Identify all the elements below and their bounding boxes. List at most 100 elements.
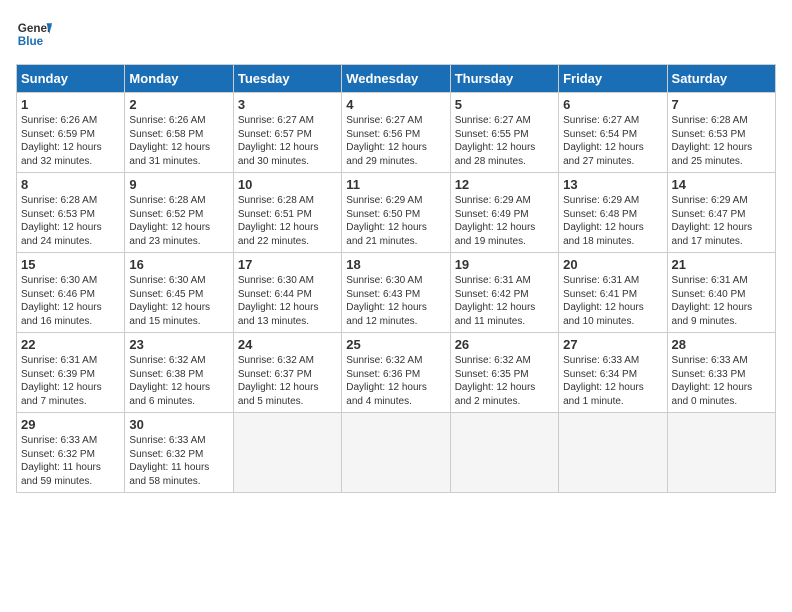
day-info: Sunrise: 6:32 AM Sunset: 6:36 PM Dayligh… [346,354,445,408]
day-info: Sunrise: 6:33 AM Sunset: 6:34 PM Dayligh… [563,354,662,408]
day-number: 25 [346,337,445,352]
calendar-table: SundayMondayTuesdayWednesdayThursdayFrid… [16,64,776,493]
day-info: Sunrise: 6:27 AM Sunset: 6:56 PM Dayligh… [346,114,445,168]
day-info: Sunrise: 6:30 AM Sunset: 6:44 PM Dayligh… [238,274,337,328]
day-info: Sunrise: 6:29 AM Sunset: 6:49 PM Dayligh… [455,194,554,248]
calendar-cell: 22 Sunrise: 6:31 AM Sunset: 6:39 PM Dayli… [17,333,125,413]
weekday-header-tuesday: Tuesday [233,65,341,93]
weekday-header-wednesday: Wednesday [342,65,450,93]
calendar-week-3: 15 Sunrise: 6:30 AM Sunset: 6:46 PM Dayli… [17,253,776,333]
day-number: 26 [455,337,554,352]
calendar-week-5: 29Sunrise: 6:33 AM Sunset: 6:32 PM Dayli… [17,413,776,493]
calendar-cell: 16 Sunrise: 6:30 AM Sunset: 6:45 PM Dayli… [125,253,233,333]
day-info: Sunrise: 6:30 AM Sunset: 6:45 PM Dayligh… [129,274,228,328]
day-number: 5 [455,97,554,112]
day-number: 14 [672,177,771,192]
day-info: Sunrise: 6:31 AM Sunset: 6:42 PM Dayligh… [455,274,554,328]
day-number: 28 [672,337,771,352]
day-info: Sunrise: 6:29 AM Sunset: 6:48 PM Dayligh… [563,194,662,248]
day-number: 8 [21,177,120,192]
page-container: General Blue SundayMondayTuesdayWednesda… [0,0,792,501]
calendar-cell: 23Sunrise: 6:32 AM Sunset: 6:38 PM Dayli… [125,333,233,413]
calendar-cell [559,413,667,493]
calendar-cell: 4Sunrise: 6:27 AM Sunset: 6:56 PM Daylig… [342,93,450,173]
day-info: Sunrise: 6:28 AM Sunset: 6:52 PM Dayligh… [129,194,228,248]
day-info: Sunrise: 6:29 AM Sunset: 6:47 PM Dayligh… [672,194,771,248]
weekday-header-friday: Friday [559,65,667,93]
day-number: 1 [21,97,120,112]
day-info: Sunrise: 6:32 AM Sunset: 6:38 PM Dayligh… [129,354,228,408]
day-number: 22 [21,337,120,352]
day-info: Sunrise: 6:28 AM Sunset: 6:51 PM Dayligh… [238,194,337,248]
day-info: Sunrise: 6:31 AM Sunset: 6:39 PM Dayligh… [21,354,120,408]
weekday-header-sunday: Sunday [17,65,125,93]
day-info: Sunrise: 6:30 AM Sunset: 6:46 PM Dayligh… [21,274,120,328]
calendar-cell: 7Sunrise: 6:28 AM Sunset: 6:53 PM Daylig… [667,93,775,173]
calendar-cell [342,413,450,493]
weekday-header-monday: Monday [125,65,233,93]
calendar-cell: 26 Sunrise: 6:32 AM Sunset: 6:35 PM Dayli… [450,333,558,413]
day-info: Sunrise: 6:33 AM Sunset: 6:33 PM Dayligh… [672,354,771,408]
weekday-header-saturday: Saturday [667,65,775,93]
day-number: 10 [238,177,337,192]
day-info: Sunrise: 6:31 AM Sunset: 6:41 PM Dayligh… [563,274,662,328]
day-info: Sunrise: 6:27 AM Sunset: 6:57 PM Dayligh… [238,114,337,168]
calendar-cell: 14 Sunrise: 6:29 AM Sunset: 6:47 PM Dayli… [667,173,775,253]
calendar-cell: 17 Sunrise: 6:30 AM Sunset: 6:44 PM Dayli… [233,253,341,333]
svg-text:Blue: Blue [18,35,44,48]
weekday-header-thursday: Thursday [450,65,558,93]
day-number: 6 [563,97,662,112]
calendar-cell: 5 Sunrise: 6:27 AM Sunset: 6:55 PM Daylig… [450,93,558,173]
day-number: 18 [346,257,445,272]
day-info: Sunrise: 6:26 AM Sunset: 6:59 PM Dayligh… [21,114,120,168]
day-number: 16 [129,257,228,272]
day-number: 24 [238,337,337,352]
day-number: 9 [129,177,228,192]
day-info: Sunrise: 6:32 AM Sunset: 6:35 PM Dayligh… [455,354,554,408]
day-info: Sunrise: 6:32 AM Sunset: 6:37 PM Dayligh… [238,354,337,408]
calendar-cell: 12 Sunrise: 6:29 AM Sunset: 6:49 PM Dayli… [450,173,558,253]
calendar-cell: 11 Sunrise: 6:29 AM Sunset: 6:50 PM Dayli… [342,173,450,253]
calendar-cell [667,413,775,493]
calendar-cell: 18 Sunrise: 6:30 AM Sunset: 6:43 PM Dayli… [342,253,450,333]
weekday-header-row: SundayMondayTuesdayWednesdayThursdayFrid… [17,65,776,93]
calendar-cell: 1 Sunrise: 6:26 AM Sunset: 6:59 PM Daylig… [17,93,125,173]
calendar-cell: 10 Sunrise: 6:28 AM Sunset: 6:51 PM Dayli… [233,173,341,253]
day-number: 7 [672,97,771,112]
calendar-cell: 8 Sunrise: 6:28 AM Sunset: 6:53 PM Daylig… [17,173,125,253]
calendar-cell: 2Sunrise: 6:26 AM Sunset: 6:58 PM Daylig… [125,93,233,173]
calendar-cell: 20Sunrise: 6:31 AM Sunset: 6:41 PM Dayli… [559,253,667,333]
day-info: Sunrise: 6:33 AM Sunset: 6:32 PM Dayligh… [21,434,120,488]
day-number: 13 [563,177,662,192]
day-number: 17 [238,257,337,272]
day-info: Sunrise: 6:27 AM Sunset: 6:55 PM Dayligh… [455,114,554,168]
calendar-cell [233,413,341,493]
day-number: 15 [21,257,120,272]
day-number: 2 [129,97,228,112]
calendar-week-1: 1 Sunrise: 6:26 AM Sunset: 6:59 PM Daylig… [17,93,776,173]
calendar-cell: 9 Sunrise: 6:28 AM Sunset: 6:52 PM Daylig… [125,173,233,253]
calendar-cell: 24 Sunrise: 6:32 AM Sunset: 6:37 PM Dayli… [233,333,341,413]
calendar-cell: 19Sunrise: 6:31 AM Sunset: 6:42 PM Dayli… [450,253,558,333]
calendar-cell: 6 Sunrise: 6:27 AM Sunset: 6:54 PM Daylig… [559,93,667,173]
calendar-cell [450,413,558,493]
calendar-cell: 13 Sunrise: 6:29 AM Sunset: 6:48 PM Dayli… [559,173,667,253]
day-info: Sunrise: 6:31 AM Sunset: 6:40 PM Dayligh… [672,274,771,328]
calendar-cell: 27 Sunrise: 6:33 AM Sunset: 6:34 PM Dayli… [559,333,667,413]
day-number: 30 [129,417,228,432]
day-info: Sunrise: 6:29 AM Sunset: 6:50 PM Dayligh… [346,194,445,248]
day-number: 3 [238,97,337,112]
day-number: 27 [563,337,662,352]
day-info: Sunrise: 6:30 AM Sunset: 6:43 PM Dayligh… [346,274,445,328]
calendar-cell: 21Sunrise: 6:31 AM Sunset: 6:40 PM Dayli… [667,253,775,333]
day-number: 11 [346,177,445,192]
header: General Blue [16,16,776,52]
day-number: 12 [455,177,554,192]
day-info: Sunrise: 6:27 AM Sunset: 6:54 PM Dayligh… [563,114,662,168]
day-info: Sunrise: 6:33 AM Sunset: 6:32 PM Dayligh… [129,434,228,488]
calendar-cell: 30 Sunrise: 6:33 AM Sunset: 6:32 PM Dayli… [125,413,233,493]
logo-icon: General Blue [16,16,52,52]
calendar-cell: 28 Sunrise: 6:33 AM Sunset: 6:33 PM Dayli… [667,333,775,413]
day-info: Sunrise: 6:28 AM Sunset: 6:53 PM Dayligh… [21,194,120,248]
calendar-cell: 29Sunrise: 6:33 AM Sunset: 6:32 PM Dayli… [17,413,125,493]
